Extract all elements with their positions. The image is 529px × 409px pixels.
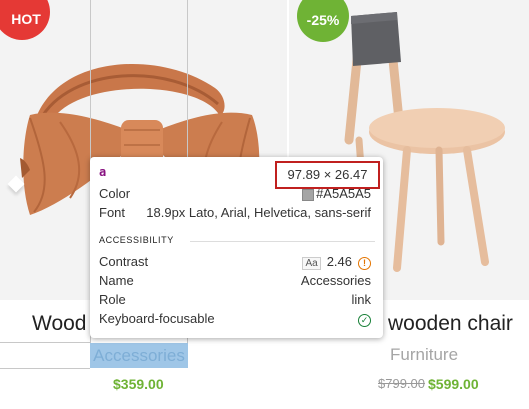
product-category-link[interactable]: Accessories xyxy=(90,343,188,368)
product-price: $359.00 xyxy=(113,376,164,392)
section-divider xyxy=(190,241,375,242)
original-price: $799.00 xyxy=(378,376,425,391)
warning-icon: ! xyxy=(358,257,371,270)
color-hex: #A5A5A5 xyxy=(316,186,371,201)
font-label: Font xyxy=(99,205,126,220)
color-value: #A5A5A5 xyxy=(302,186,371,201)
contrast-value: Aa 2.46! xyxy=(302,254,371,270)
name-label: Name xyxy=(99,273,134,288)
role-label: Role xyxy=(99,292,126,307)
inspector-tooltip: a 97.89 × 26.47 Color #A5A5A5 Font 18.9p… xyxy=(90,157,383,338)
color-label: Color xyxy=(99,186,131,201)
role-value: link xyxy=(351,292,371,307)
sale-price: $599.00 xyxy=(428,376,479,392)
product-category-link[interactable]: Furniture xyxy=(390,345,458,365)
contrast-ratio: 2.46 xyxy=(326,254,352,269)
product-title[interactable]: wooden chair xyxy=(388,312,513,336)
contrast-label: Contrast xyxy=(99,254,149,269)
element-dimensions: 97.89 × 26.47 xyxy=(275,161,380,189)
inspector-guide-line xyxy=(0,342,90,343)
accessibility-heading: ACCESSIBILITY xyxy=(99,235,174,245)
inspector-guide-line xyxy=(0,368,90,369)
keyboard-label: Keyboard-focusable xyxy=(99,311,215,326)
color-swatch xyxy=(302,188,315,201)
contrast-icon: Aa xyxy=(302,257,321,270)
element-tag: a xyxy=(99,165,107,179)
name-value: Accessories xyxy=(300,273,371,288)
product-title[interactable]: Wood xyxy=(32,312,86,336)
font-value: 18.9px Lato, Arial, Helvetica, sans-seri… xyxy=(146,205,371,220)
check-circle-icon: ✓ xyxy=(358,311,371,327)
